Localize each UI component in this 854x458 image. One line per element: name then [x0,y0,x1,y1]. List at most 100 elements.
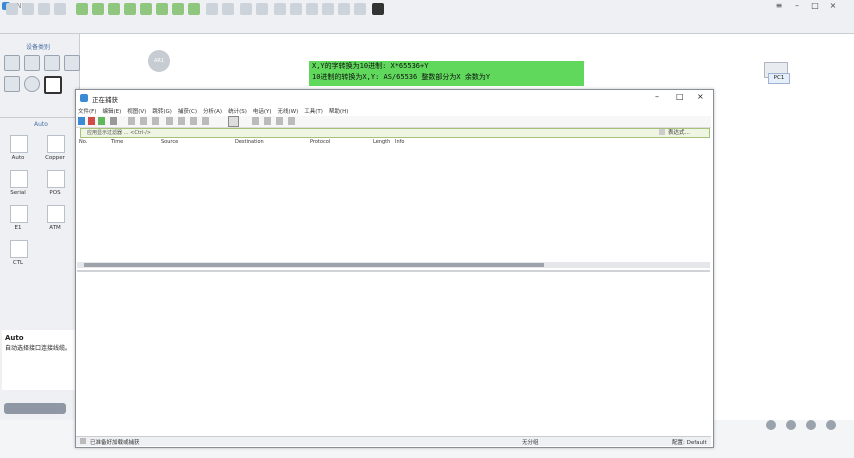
cable-panel-title: Auto [34,121,48,128]
capture-icon[interactable] [274,3,286,15]
router-category-icon[interactable] [4,55,20,71]
grid-icon[interactable] [322,3,334,15]
firewall-category-icon[interactable] [64,55,80,71]
move-icon[interactable] [156,3,168,15]
terminal-icon[interactable] [372,3,384,15]
start-device-icon[interactable] [76,3,88,15]
capture-window-title: 正在捕获 [92,96,118,104]
column-header[interactable]: Source [161,139,178,145]
pos-cable-icon[interactable] [47,170,65,188]
menu-tools[interactable]: 工具(T) [304,107,323,116]
text-note[interactable]: X,Y的字转换为10进制: X*65536+Y 10进制的转换为X,Y: AS/… [309,61,584,86]
column-header[interactable]: Length [373,139,390,145]
capture-maximize-button[interactable]: □ [676,92,684,101]
menu-file[interactable]: 文件(F) [78,107,96,116]
stop-capture-icon[interactable] [88,117,95,125]
tray-sound-icon[interactable] [786,420,796,430]
save-file-icon[interactable] [140,117,147,125]
expert-info-icon[interactable] [80,438,86,444]
packet-list-pane[interactable] [77,148,710,262]
menu-statistics[interactable]: 统计(S) [228,107,247,116]
filter-apply-icon[interactable] [659,129,665,135]
menu-capture[interactable]: 捕获(C) [178,107,197,116]
start-all-icon[interactable] [240,3,252,15]
atm-cable-icon[interactable] [47,205,65,223]
redo-icon[interactable] [124,3,136,15]
tray-app-icon[interactable] [766,420,776,430]
find-icon[interactable] [166,117,173,125]
packet-details-pane[interactable] [77,272,710,432]
forward-icon[interactable] [190,117,197,125]
menu-wireless[interactable]: 无线(W) [278,107,299,116]
minimize-button[interactable]: – [790,1,804,11]
menu-analyze[interactable]: 分析(A) [203,107,222,116]
wireshark-icon [80,94,88,102]
normal-size-icon[interactable] [276,117,283,125]
tray-network-icon[interactable] [806,420,816,430]
column-header[interactable]: Info [395,139,404,145]
cloud-category-icon[interactable] [24,76,40,92]
goto-icon[interactable] [202,117,209,125]
serial-cable-icon[interactable] [10,170,28,188]
resize-columns-icon[interactable] [288,117,295,125]
auto-cable-icon[interactable] [10,135,28,153]
menu-go[interactable]: 跳转(G) [152,107,172,116]
select-icon[interactable] [140,3,152,15]
text-icon[interactable] [188,3,200,15]
expression-button[interactable]: 表达式… [668,128,690,136]
zoom-out-icon[interactable] [264,117,271,125]
menu-telephony[interactable]: 电话(Y) [253,107,272,116]
cable-label: E1 [14,225,22,231]
e1-cable-icon[interactable] [10,205,28,223]
topology-icon[interactable] [306,3,318,15]
status-profile[interactable]: 配置: Default [672,438,707,446]
open-icon[interactable] [22,3,34,15]
options-icon[interactable] [110,117,117,125]
cable-category-icon[interactable] [44,76,62,94]
cable-label: ATM [49,225,61,231]
menu-help[interactable]: 帮助(H) [329,107,348,116]
ctl-cable-icon[interactable] [10,240,28,258]
colorize-icon[interactable] [228,116,239,127]
close-button[interactable]: × [826,1,840,11]
capture-statusbar: 已准备好加载或捕获 无分组 配置: Default [76,436,711,446]
capture-close-button[interactable]: × [697,92,704,101]
capture-minimize-button[interactable]: – [655,92,659,101]
palette-icon[interactable] [338,3,350,15]
undo-icon[interactable] [108,3,120,15]
note-line-2: 10进制的转换为X,Y: AS/65536 整数部分为X 余数为Y [312,73,491,81]
stop-all-icon[interactable] [256,3,268,15]
back-icon[interactable] [178,117,185,125]
panel-toggle-button[interactable] [4,403,66,414]
stop-device-icon[interactable] [92,3,104,15]
menu-edit[interactable]: 编辑(E) [102,107,121,116]
start-capture-icon[interactable] [78,117,85,125]
zoom-in-icon[interactable] [252,117,259,125]
zoom-out-icon[interactable] [222,3,234,15]
scrollbar-thumb[interactable] [84,263,544,267]
column-header[interactable]: No. [79,139,87,145]
print-icon[interactable] [54,3,66,15]
open-file-icon[interactable] [128,117,135,125]
wlan-category-icon[interactable] [44,55,60,71]
terminal-category-icon[interactable] [4,76,20,92]
zoom-in-icon[interactable] [206,3,218,15]
cli-icon[interactable] [290,3,302,15]
menu-icon[interactable]: ≡ [772,1,786,11]
column-header[interactable]: Time [111,139,123,145]
save-icon[interactable] [38,3,50,15]
settings-icon[interactable] [354,3,366,15]
router-node[interactable]: AR1 [148,50,170,72]
copper-cable-icon[interactable] [47,135,65,153]
column-header[interactable]: Destination [235,139,264,145]
maximize-button[interactable]: □ [808,1,822,11]
tray-settings-icon[interactable] [826,420,836,430]
column-header[interactable]: Protocol [310,139,330,145]
close-file-icon[interactable] [152,117,159,125]
switch-category-icon[interactable] [24,55,40,71]
display-filter-input[interactable]: 应用显示过滤器 … <Ctrl-/> [80,128,710,138]
new-topology-icon[interactable] [6,3,18,15]
delete-icon[interactable] [172,3,184,15]
restart-capture-icon[interactable] [98,117,105,125]
menu-view[interactable]: 视图(V) [127,107,146,116]
